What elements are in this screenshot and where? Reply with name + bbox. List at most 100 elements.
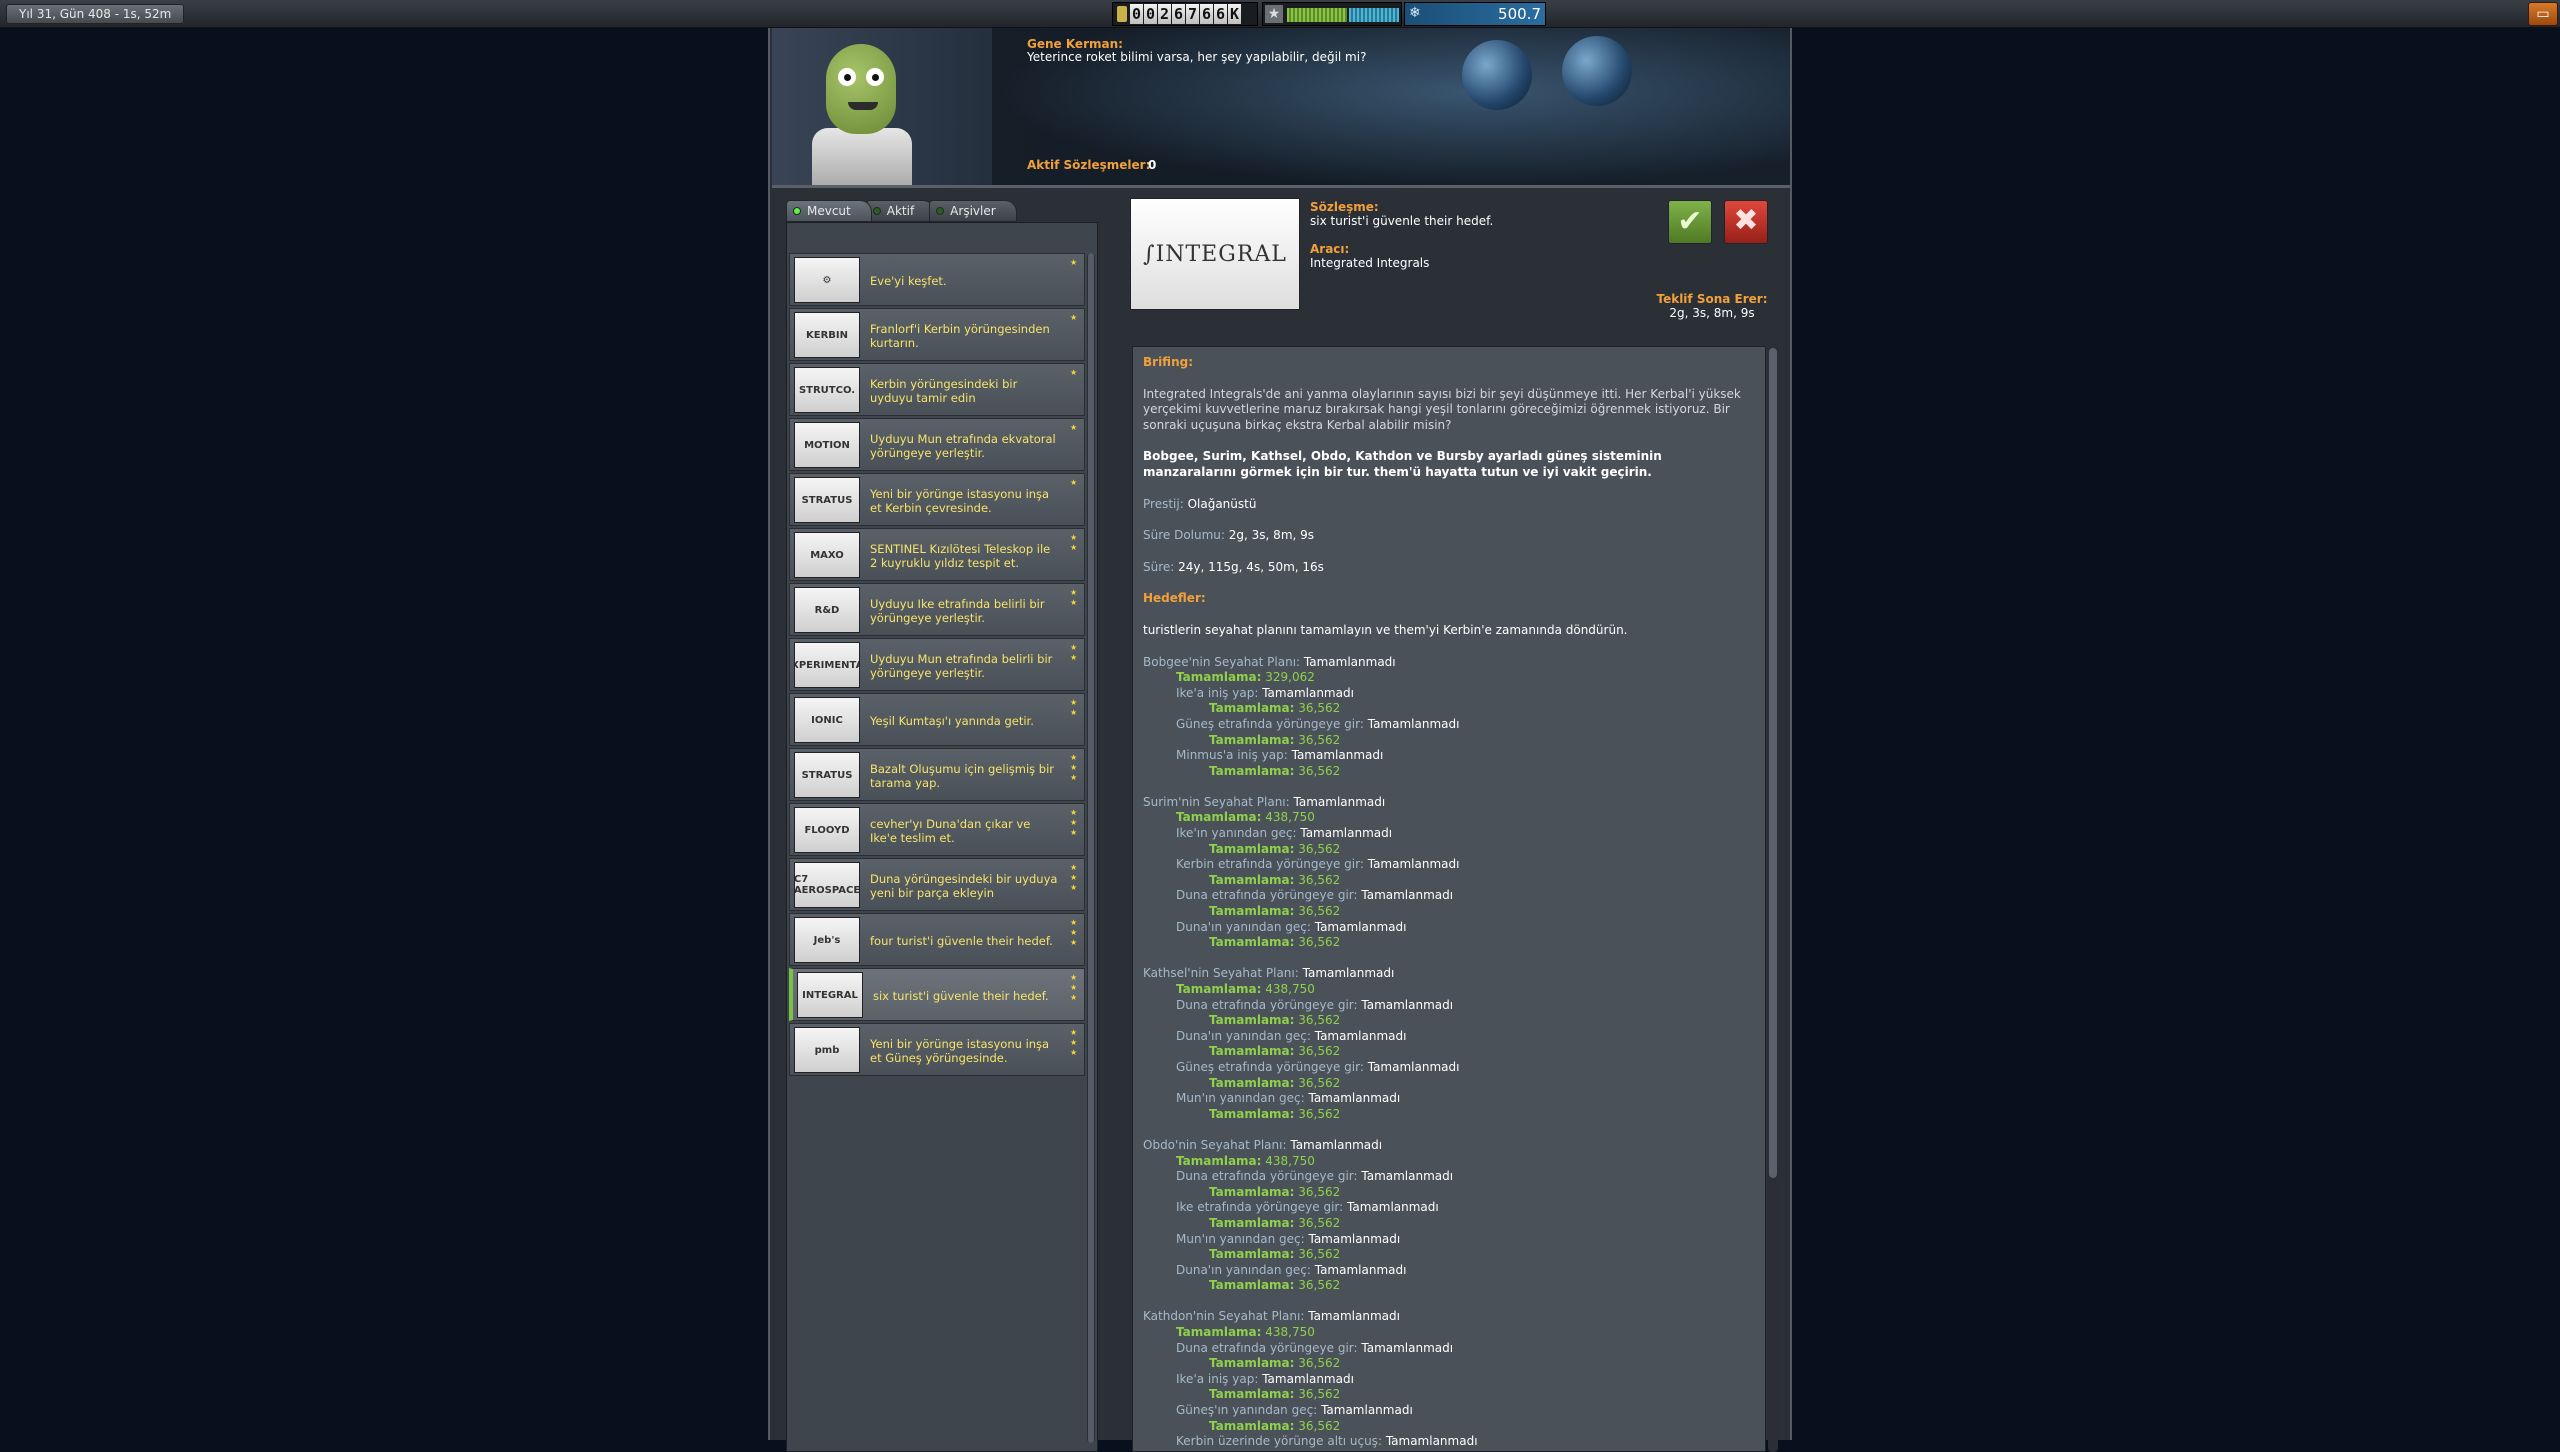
star-icon: ★ <box>1070 1048 1078 1057</box>
completion-label: Tamamlama: <box>1209 763 1295 778</box>
completion-label-row: Tamamlama: 36,562 <box>1143 904 1757 920</box>
briefing-text: Integrated Integrals'de ani yanma olayla… <box>1143 386 1741 432</box>
tab-available[interactable]: Mevcut <box>786 200 872 222</box>
itinerary-name: Surim'nin Seyahat Planı: <box>1143 794 1290 809</box>
contract-list-item[interactable]: KERBIN Franlorf'i Kerbin yörüngesinden ku… <box>789 308 1085 361</box>
objective-status: Tamamlanmadı <box>1314 1262 1407 1277</box>
contract-list-title: Duna yörüngesindeki bir uyduya yeni bir … <box>870 871 1058 900</box>
duration-value: 24y, 115g, 4s, 50m, 16s <box>1178 559 1324 574</box>
agency-logo-icon: EXPERIMENTAL <box>794 642 860 688</box>
objective-status: Tamamlanmadı <box>1367 857 1460 872</box>
briefing-heading: Brifing: <box>1143 355 1194 369</box>
completion-label: Tamamlama: <box>1209 1356 1295 1371</box>
objective-status: Tamamlanmadı <box>1314 1028 1407 1043</box>
contract-title: six turist'i güvenle their hedef. <box>1310 214 1494 228</box>
objective-name-row: Duna etrafında yörüngeye gir: Tamamlanma… <box>1143 888 1757 904</box>
deadline-label: Süre Dolumu: <box>1143 528 1225 543</box>
objective-status: Tamamlanmadı <box>1385 1434 1478 1449</box>
contract-list-title: Uyduyu Ike etrafında belirli bir yörünge… <box>870 596 1045 625</box>
contract-list-item[interactable]: INTEGRAL six turist'i güvenle their hedef… <box>789 968 1085 1021</box>
scrollbar-thumb[interactable] <box>1769 348 1777 1178</box>
objective-name: Güneş etrafında yörüngeye gir: <box>1176 1059 1364 1074</box>
completion-label: Tamamlama: <box>1209 1278 1295 1293</box>
details-scrollbar[interactable] <box>1768 346 1778 1452</box>
contract-list-panel: ⚙ Eve'yi keşfet. ★ KERBIN Franlorf'i Kerbin … <box>786 222 1098 1452</box>
prestige-stars: ★ ★ <box>1070 698 1080 717</box>
completion-label: Tamamlama: <box>1176 1153 1262 1168</box>
prestige-stars: ★ ★ ★ <box>1070 863 1080 892</box>
funds-icon <box>1117 6 1127 22</box>
completion-reward: 36,562 <box>1298 841 1341 856</box>
active-contracts-label: Aktif Sözleşmeler: <box>1027 158 1151 172</box>
completion-reward: 36,562 <box>1298 1215 1341 1230</box>
tab-label: Mevcut <box>807 204 851 218</box>
objective-name: Kerbin üzerinde yörünge altı uçuş: <box>1176 1434 1382 1449</box>
contract-list-item[interactable]: Jeb's four turist'i güvenle their hedef. ★… <box>789 913 1085 966</box>
objective-name: Ike'ın yanından geç: <box>1176 826 1297 841</box>
contract-list-title: Kerbin yörüngesindeki bir uyduyu tamir e… <box>870 376 1018 405</box>
tab-indicator-icon <box>936 207 945 215</box>
prestige-stars: ★ ★ <box>1070 533 1080 552</box>
star-icon: ★ <box>1070 763 1078 772</box>
objective-name-row: Duna'ın yanından geç: Tamamlanmadı <box>1143 1263 1757 1279</box>
completion-reward: 36,562 <box>1298 935 1341 950</box>
contract-header: ∫INTEGRAL Sözleşme: six turist'i güvenle… <box>1130 198 1790 326</box>
contract-list-item[interactable]: STRUTCO. Kerbin yörüngesindeki bir uyduyu… <box>789 363 1085 416</box>
completion-label-row: Tamamlama: 36,562 <box>1143 1013 1757 1029</box>
completion-reward: 36,562 <box>1298 1106 1341 1121</box>
contract-list-item[interactable]: EXPERIMENTAL Uyduyu Mun etrafında belirli… <box>789 638 1085 691</box>
menu-button[interactable]: ▭ <box>2528 2 2558 26</box>
contract-list-item[interactable]: IONIC Yeşil Kumtaşı'ı yanında getir. ★ ★ <box>789 693 1085 746</box>
objective-name: Ike etrafında yörüngeye gir: <box>1176 1200 1344 1215</box>
completion-label: Tamamlama: <box>1176 810 1262 825</box>
agent-label: Aracı: <box>1310 242 1350 256</box>
accept-contract-button[interactable]: ✔ <box>1668 200 1712 244</box>
contract-list-item[interactable]: STRATUS Yeni bir yörünge istasyonu inşa e… <box>789 473 1085 526</box>
completion-reward: 36,562 <box>1298 763 1341 778</box>
objective-name-row: Ike'a iniş yap: Tamamlanmadı <box>1143 1372 1757 1388</box>
funds-digit: 6 <box>1200 4 1213 24</box>
contract-list-item[interactable]: R&D Uyduyu Ike etrafında belirli bir yörü… <box>789 583 1085 636</box>
deadline-value: 2g, 3s, 8m, 9s <box>1228 528 1315 543</box>
itinerary-status: Tamamlanmadı <box>1302 966 1395 981</box>
completion-reward: 36,562 <box>1298 872 1341 887</box>
contract-list-item[interactable]: FLOOYD cevher'yı Duna'dan çıkar ve Ike'e … <box>789 803 1085 856</box>
contract-list-item[interactable]: pmb Yeni bir yörünge istasyonu inşa et Gü… <box>789 1023 1085 1076</box>
tab-archives[interactable]: Arşivler <box>929 200 1017 222</box>
objective-status: Tamamlanmadı <box>1314 919 1407 934</box>
star-icon: ★ <box>1070 808 1078 817</box>
contract-list-title: Uyduyu Mun etrafında ekvatoral yörüngeye… <box>870 431 1056 460</box>
completion-label: Tamamlama: <box>1209 904 1295 919</box>
offer-expires-value: 2g, 3s, 8m, 9s <box>1669 306 1755 320</box>
agency-logo-icon: STRUTCO. <box>794 367 860 413</box>
contract-list-item[interactable]: ⚙ Eve'yi keşfet. ★ <box>789 253 1085 306</box>
completion-label: Tamamlama: <box>1176 670 1262 685</box>
objective-name-row: Mun'ın yanından geç: Tamamlanmadı <box>1143 1091 1757 1107</box>
objective-name: Minmus'a iniş yap: <box>1176 748 1288 763</box>
completion-reward: 438,750 <box>1265 810 1315 825</box>
contract-list-item[interactable]: STRATUS Bazalt Oluşumu için gelişmiş bir … <box>789 748 1085 801</box>
gene-kerman-avatar <box>812 44 932 185</box>
objective-status: Tamamlanmadı <box>1367 716 1460 731</box>
completion-label-row: Tamamlama: 36,562 <box>1143 1044 1757 1060</box>
completion-label: Tamamlama: <box>1209 841 1295 856</box>
agency-logo-icon: KERBIN <box>794 312 860 358</box>
agency-logo-icon: ⚙ <box>794 257 860 303</box>
star-icon: ★ <box>1070 993 1078 1002</box>
completion-label: Tamamlama: <box>1209 1013 1295 1028</box>
tab-active[interactable]: Aktif <box>865 200 936 222</box>
contract-list-item[interactable]: C7 AEROSPACE Duna yörüngesindeki bir uydu… <box>789 858 1085 911</box>
star-icon: ★ <box>1070 423 1078 432</box>
decline-contract-button[interactable]: ✖ <box>1724 200 1768 244</box>
agency-logo-icon: MAXO <box>794 532 860 578</box>
star-icon: ★ <box>1070 588 1078 597</box>
completion-reward: 438,750 <box>1265 1153 1315 1168</box>
contract-list-scrollbar[interactable] <box>1087 253 1095 1443</box>
offer-expires-label: Teklif Sona Erer: <box>1656 292 1768 306</box>
contract-list-item[interactable]: MOTION Uyduyu Mun etrafında ekvatoral yör… <box>789 418 1085 471</box>
objective-status: Tamamlanmadı <box>1361 1340 1454 1355</box>
scrollbar-thumb[interactable] <box>1088 253 1094 1443</box>
star-icon: ★ <box>1070 873 1078 882</box>
contract-list-item[interactable]: MAXO SENTINEL Kızılötesi Teleskop ile 2 k… <box>789 528 1085 581</box>
funds-digit: K <box>1228 4 1241 24</box>
